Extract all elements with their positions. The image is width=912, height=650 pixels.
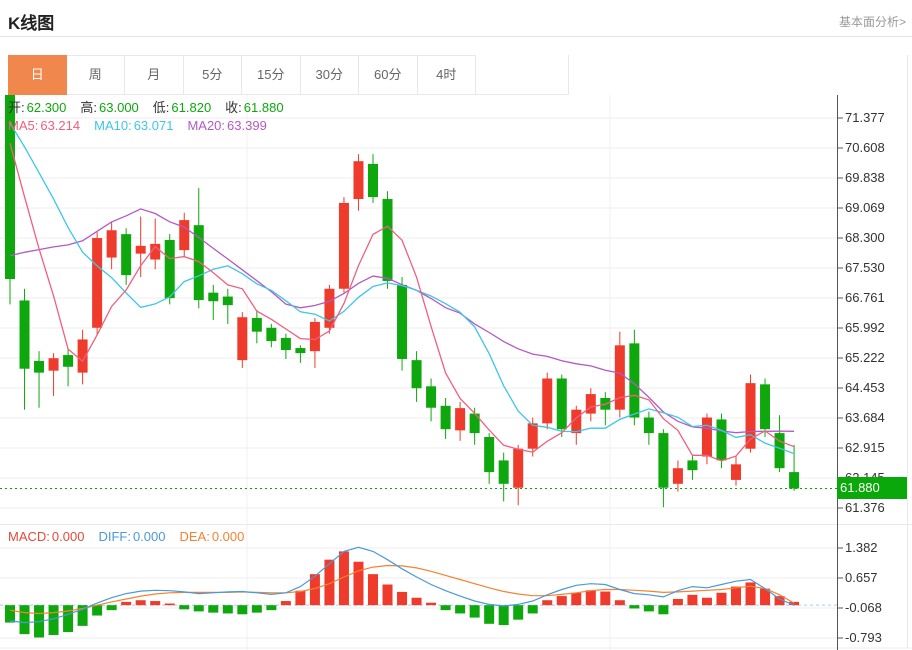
legend-item: MA20:63.399 — [187, 118, 266, 133]
candlestick-chart[interactable]: 71.377 70.608 69.838 69.069 68.300 67.530 66.7… — [0, 95, 912, 525]
legend-item: 低:61.820 — [153, 100, 211, 115]
price-axis-label: 69.838 — [845, 170, 885, 185]
legend-item: 开:62.300 — [8, 100, 66, 115]
price-axis: 71.377 70.608 69.838 69.069 68.300 67.530 66.7… — [837, 95, 885, 525]
tab-4时[interactable]: 4时 — [418, 55, 477, 95]
page-header: K线图 基本面分析> — [0, 0, 912, 37]
macd-axis-label: 1.382 — [845, 540, 878, 555]
ma-legend: MA5:63.214 MA10:63.071 MA20:63.399 — [8, 118, 281, 133]
tab-15分[interactable]: 15分 — [242, 55, 301, 95]
price-axis-label: 63.684 — [845, 410, 885, 425]
last-price-badge: 61.880 — [837, 477, 908, 499]
interval-tab-bar: 日周月5分15分30分60分4时 — [8, 55, 569, 95]
macd-axis-label: -0.793 — [845, 630, 882, 645]
tab-日[interactable]: 日 — [8, 55, 67, 95]
price-axis-label: 70.608 — [845, 140, 885, 155]
tab-30分[interactable]: 30分 — [301, 55, 360, 95]
ohlc-legend: 开:62.300 高:63.000 低:61.820 收:61.880 — [8, 97, 298, 116]
price-axis-label: 65.222 — [845, 350, 885, 365]
legend-item: MA10:63.071 — [94, 118, 173, 133]
diff-line — [10, 547, 794, 622]
macd-axis: 1.382 0.657 -0.068 -0.793 — [837, 525, 882, 650]
page-title: K线图 — [0, 0, 54, 34]
legend-item: DIFF:0.000 — [98, 529, 165, 544]
price-axis-label: 68.300 — [845, 230, 885, 245]
fundamental-analysis-link[interactable]: 基本面分析> — [839, 13, 906, 30]
macd-axis-label: 0.657 — [845, 570, 878, 585]
tab-周[interactable]: 周 — [67, 55, 126, 95]
legend-item: MACD:0.000 — [8, 529, 84, 544]
price-axis-label: 71.377 — [845, 110, 885, 125]
price-axis-label: 69.069 — [845, 200, 885, 215]
price-axis-label: 64.453 — [845, 380, 885, 395]
tab-5分[interactable]: 5分 — [184, 55, 243, 95]
macd-legend: MACD:0.000 DIFF:0.000 DEA:0.000 — [8, 529, 258, 544]
macd-axis-label: -0.068 — [845, 600, 882, 615]
price-axis-label: 67.530 — [845, 260, 885, 275]
chart-area: 71.377 70.608 69.838 69.069 68.300 67.530 66.7… — [0, 95, 912, 650]
price-axis-label: 65.992 — [845, 320, 885, 335]
panel-right-border — [907, 55, 908, 648]
price-axis-label: 61.376 — [845, 500, 885, 515]
dea-line — [10, 566, 794, 614]
candles-layer — [5, 95, 799, 507]
tab-月[interactable]: 月 — [125, 55, 184, 95]
tab-60分[interactable]: 60分 — [359, 55, 418, 95]
legend-item: DEA:0.000 — [179, 529, 244, 544]
price-axis-label: 66.761 — [845, 290, 885, 305]
legend-item: 高:63.000 — [80, 100, 138, 115]
legend-item: 收:61.880 — [225, 100, 283, 115]
legend-item: MA5:63.214 — [8, 118, 80, 133]
price-axis-label: 62.915 — [845, 440, 885, 455]
